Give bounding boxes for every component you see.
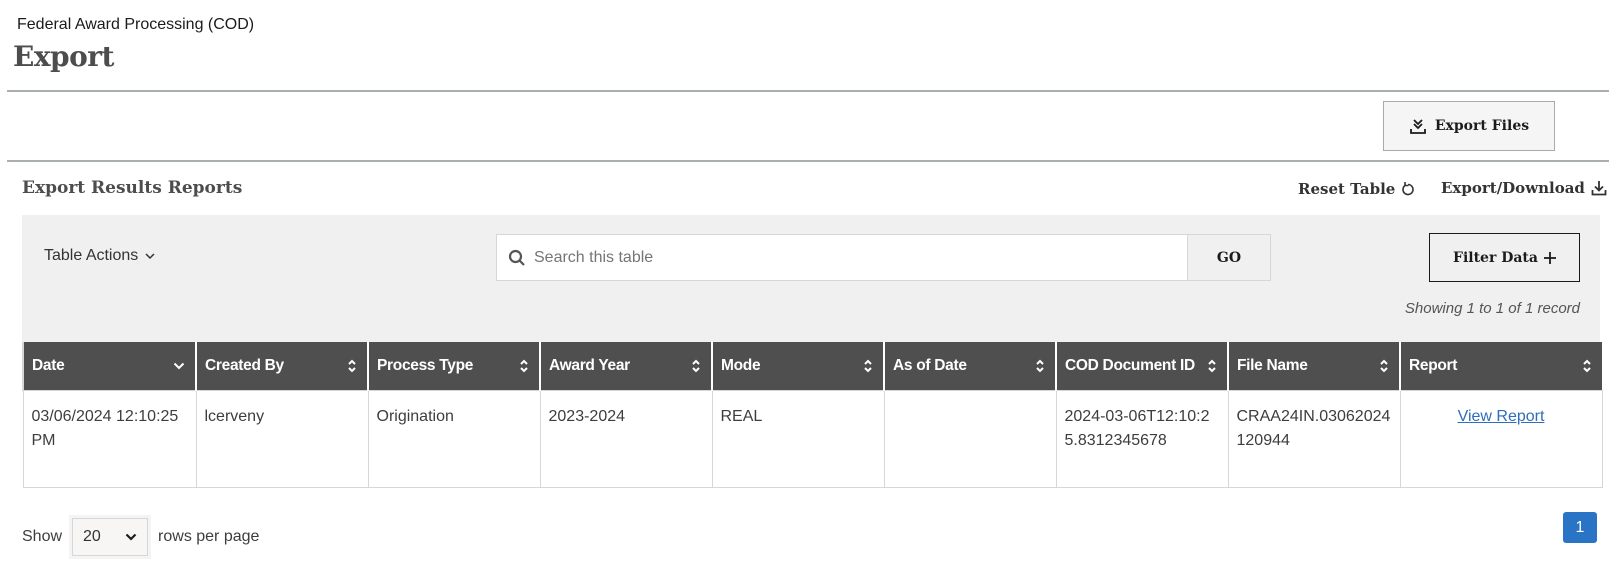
column-header-process-type[interactable]: Process Type <box>367 342 540 390</box>
export-files-label: Export Files <box>1434 118 1530 134</box>
column-header-cod-document-id[interactable]: COD Document ID <box>1055 342 1228 390</box>
column-header-created-by[interactable]: Created By <box>195 342 368 390</box>
column-header-date[interactable]: Date <box>22 342 196 390</box>
search-icon <box>508 249 525 266</box>
record-count: Showing 1 to 1 of 1 record <box>1404 300 1580 317</box>
sort-icon <box>347 358 357 374</box>
cell-award-year: 2023-2024 <box>539 389 713 488</box>
sort-icon <box>863 358 873 374</box>
export-download-label: Export/Download <box>1441 179 1585 197</box>
refresh-icon <box>1402 182 1415 196</box>
search-box <box>496 234 1188 281</box>
results-table: Date Created By Process Type Award Year … <box>22 342 1603 488</box>
table-actions-label: Table Actions <box>44 247 139 264</box>
cell-file-name: CRAA24IN.03062024120944 <box>1227 389 1401 488</box>
cell-cod-document-id: 2024-03-06T12:10:25.8312345678 <box>1055 389 1229 488</box>
sort-icon <box>691 358 701 374</box>
go-button[interactable]: GO <box>1187 234 1271 281</box>
filter-data-button[interactable]: Filter Data <box>1429 233 1580 282</box>
column-header-file-name[interactable]: File Name <box>1227 342 1400 390</box>
plus-icon <box>1543 251 1556 264</box>
cell-mode: REAL <box>711 389 885 488</box>
page-button-current[interactable]: 1 <box>1563 512 1597 543</box>
show-label: Show <box>22 528 63 545</box>
sort-icon <box>519 358 529 374</box>
rows-per-page-control: Show 20 rows per page <box>22 518 259 556</box>
divider <box>7 90 1609 92</box>
filter-data-label: Filter Data <box>1453 249 1538 266</box>
export-download-button[interactable]: Export/Download <box>1441 179 1607 197</box>
column-header-as-of-date[interactable]: As of Date <box>883 342 1056 390</box>
cell-date: 03/06/2024 12:10:25 PM <box>22 389 197 488</box>
cell-as-of-date <box>883 389 1057 488</box>
column-header-mode[interactable]: Mode <box>711 342 884 390</box>
sort-icon <box>1379 358 1389 374</box>
sort-desc-icon <box>173 362 185 370</box>
column-header-report[interactable]: Report <box>1399 342 1602 390</box>
reset-table-label: Reset Table <box>1298 180 1396 198</box>
rows-per-page-select[interactable]: 20 <box>72 518 149 556</box>
table-header-row: Date Created By Process Type Award Year … <box>22 342 1602 390</box>
download-icon <box>1591 181 1607 196</box>
table-toolbar: Table Actions GO Filter Data Showing 1 t… <box>22 215 1600 342</box>
column-header-award-year[interactable]: Award Year <box>539 342 712 390</box>
cell-process-type: Origination <box>367 389 541 488</box>
rows-per-page-label: rows per page <box>158 528 260 545</box>
rows-per-page-value: 20 <box>83 528 101 545</box>
divider <box>7 160 1609 162</box>
table-actions-dropdown[interactable]: Table Actions <box>44 247 156 265</box>
chevron-down-icon <box>145 253 155 260</box>
cell-report: View Report <box>1399 389 1603 488</box>
section-title: Export Results Reports <box>22 178 243 198</box>
chevron-down-icon <box>125 533 137 541</box>
export-files-button[interactable]: Export Files <box>1383 101 1555 151</box>
search-input[interactable] <box>526 235 1187 280</box>
reset-table-button[interactable]: Reset Table <box>1298 180 1415 198</box>
sort-icon <box>1582 358 1592 374</box>
table-row: 03/06/2024 12:10:25 PM lcerveny Originat… <box>22 389 1603 488</box>
view-report-link[interactable]: View Report <box>1458 408 1545 425</box>
cell-created-by: lcerveny <box>195 389 369 488</box>
breadcrumb: Federal Award Processing (COD) <box>17 16 255 33</box>
sort-icon <box>1207 358 1217 374</box>
download-tray-icon <box>1409 119 1426 134</box>
page-title: Export <box>13 40 114 73</box>
sort-icon <box>1035 358 1045 374</box>
